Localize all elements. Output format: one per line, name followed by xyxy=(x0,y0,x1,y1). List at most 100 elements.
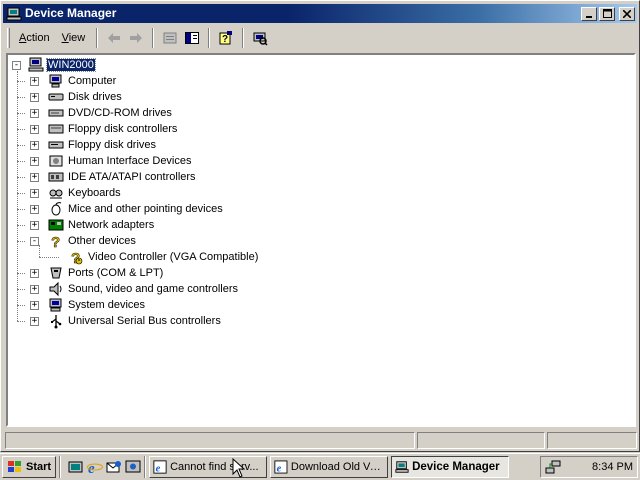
expand-icon[interactable]: + xyxy=(30,157,39,166)
expand-icon[interactable]: + xyxy=(30,301,39,310)
tree-item-label: Disk drives xyxy=(68,91,122,103)
expand-icon[interactable]: + xyxy=(30,173,39,182)
svg-text:?: ? xyxy=(51,234,60,249)
maximize-button[interactable] xyxy=(599,6,615,21)
properties-button[interactable] xyxy=(159,28,181,48)
minimize-icon xyxy=(586,15,592,18)
tree-item-dvd-cd-rom-drives[interactable]: + DVD/CD-ROM drives xyxy=(30,105,173,121)
tree-item-floppy-disk-drives[interactable]: + Floppy disk drives xyxy=(30,137,157,153)
tree-item-label: IDE ATA/ATAPI controllers xyxy=(68,171,196,183)
expand-icon[interactable]: + xyxy=(30,77,39,86)
port-icon xyxy=(48,265,64,281)
mouse-icon xyxy=(48,201,64,217)
close-button[interactable] xyxy=(619,6,635,21)
outlook-express-icon[interactable] xyxy=(106,459,122,475)
properties-icon xyxy=(163,32,177,44)
collapse-icon[interactable]: - xyxy=(30,237,39,246)
tree-item-human-interface-devices[interactable]: + Human Interface Devices xyxy=(30,153,193,169)
svg-text:?: ? xyxy=(222,34,228,45)
show-desktop-icon[interactable] xyxy=(68,459,84,475)
toolbar-separator xyxy=(152,28,155,48)
internet-explorer-icon[interactable]: e xyxy=(87,459,104,475)
expand-icon[interactable]: + xyxy=(30,205,39,214)
scan-hardware-button[interactable] xyxy=(249,28,271,48)
tree-item-disk-drives[interactable]: + Disk drives xyxy=(30,89,123,105)
forward-icon xyxy=(130,33,143,43)
device-tree[interactable]: - WIN2000 + Computer + Disk drives + DVD/CD-ROM… xyxy=(6,53,636,427)
status-panel-main xyxy=(5,432,415,449)
tree-item-network-adapters[interactable]: + Network adapters xyxy=(30,217,155,233)
tree-item-label: System devices xyxy=(68,299,146,311)
svg-text:e: e xyxy=(277,463,282,474)
start-button[interactable]: Start xyxy=(2,456,57,478)
network-tray-icon[interactable] xyxy=(545,459,561,475)
root-computer-icon xyxy=(28,57,44,73)
collapse-icon[interactable]: - xyxy=(12,61,21,70)
computer-icon xyxy=(48,73,64,89)
forward-button[interactable] xyxy=(125,28,147,48)
task-button-download[interactable]: e Download Old Ve... xyxy=(270,456,389,478)
scan-hardware-icon xyxy=(253,32,268,46)
tree-root-win2000[interactable]: - WIN2000 xyxy=(12,57,96,73)
task-button-cannot-find[interactable]: e Cannot find serv... xyxy=(149,456,268,478)
warning-device-icon: ? xyxy=(68,249,84,267)
device-manager-icon xyxy=(395,461,409,473)
back-icon xyxy=(108,33,121,43)
tree-item-mice-and-other-pointing-devices[interactable]: + Mice and other pointing devices xyxy=(30,201,224,217)
expand-icon[interactable]: + xyxy=(30,93,39,102)
tree-item-floppy-disk-controllers[interactable]: + Floppy disk controllers xyxy=(30,121,178,137)
expand-icon[interactable]: + xyxy=(30,269,39,278)
taskbar-separator xyxy=(59,456,62,478)
maximize-icon xyxy=(602,9,612,18)
usb-icon xyxy=(48,313,64,329)
tree-item-system-devices[interactable]: + System devices xyxy=(30,297,146,313)
expand-icon[interactable]: + xyxy=(30,141,39,150)
clock[interactable]: 8:34 PM xyxy=(592,461,633,473)
title-bar[interactable]: Device Manager xyxy=(3,4,637,23)
tree-item-video-controller-vga-compatible[interactable]: ? Video Controller (VGA Compatible) xyxy=(68,249,259,268)
status-panel-2 xyxy=(417,432,545,449)
tree-item-label: Computer xyxy=(68,75,117,87)
expand-icon[interactable]: + xyxy=(30,189,39,198)
tree-item-ports-com-lpt[interactable]: + Ports (COM & LPT) xyxy=(30,265,164,281)
tree-item-label: Video Controller (VGA Compatible) xyxy=(88,251,259,263)
tree-item-label: Network adapters xyxy=(68,219,155,231)
floppy-controller-icon xyxy=(48,121,64,137)
toolbar-grip[interactable] xyxy=(7,28,10,48)
expand-icon[interactable]: + xyxy=(30,125,39,134)
windows-logo-icon xyxy=(8,461,21,472)
tree-item-keyboards[interactable]: + Keyboards xyxy=(30,185,122,201)
menu-action[interactable]: Action xyxy=(13,30,56,46)
task-label: Download Old Ve... xyxy=(290,461,385,473)
taskbar-separator xyxy=(144,456,147,478)
expand-icon[interactable]: + xyxy=(30,317,39,326)
console-tree-button[interactable] xyxy=(181,28,203,48)
sound-icon xyxy=(48,281,64,297)
browser-page-icon: e xyxy=(274,460,288,474)
tree-item-universal-serial-bus-controllers[interactable]: + Universal Serial Bus controllers xyxy=(30,313,222,329)
expand-icon[interactable]: + xyxy=(30,221,39,230)
media-icon[interactable] xyxy=(125,459,141,475)
console-tree-icon xyxy=(185,32,200,44)
back-button[interactable] xyxy=(103,28,125,48)
tree-item-sound-video-and-game-controllers[interactable]: + Sound, video and game controllers xyxy=(30,281,239,297)
tree-item-label: Keyboards xyxy=(68,187,121,199)
system-device-icon xyxy=(48,297,64,313)
status-panel-3 xyxy=(547,432,637,449)
tree-item-ide-ata-atapi-controllers[interactable]: + IDE ATA/ATAPI controllers xyxy=(30,169,197,185)
tree-item-computer[interactable]: + Computer xyxy=(30,73,117,89)
device-manager-window: Device Manager Action View ? - WIN2000 +… xyxy=(0,0,640,452)
tree-item-other-devices[interactable]: -? Other devices xyxy=(30,233,137,252)
unknown-device-icon: ? xyxy=(48,233,64,252)
help-button[interactable]: ? xyxy=(215,28,237,48)
expand-icon[interactable]: + xyxy=(30,285,39,294)
tree-item-label: Mice and other pointing devices xyxy=(68,203,223,215)
task-button-device-manager[interactable]: Device Manager xyxy=(391,456,510,478)
expand-icon[interactable]: + xyxy=(30,109,39,118)
mouse-pointer-icon xyxy=(232,458,246,478)
close-icon xyxy=(623,9,631,18)
minimize-button[interactable] xyxy=(581,6,597,21)
menu-view[interactable]: View xyxy=(56,30,92,46)
hid-icon xyxy=(48,153,64,169)
device-manager-icon xyxy=(6,7,22,21)
